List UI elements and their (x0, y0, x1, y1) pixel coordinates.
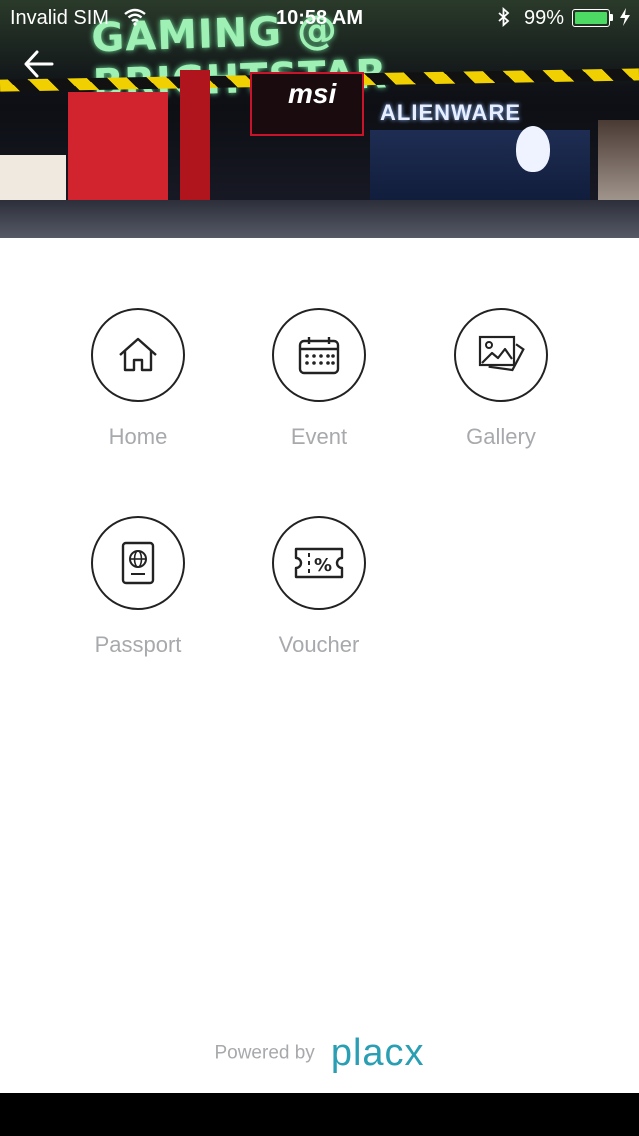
back-arrow-icon (24, 50, 54, 78)
menu-label-home: Home (108, 424, 168, 449)
gallery-icon (478, 335, 525, 372)
menu-item-gallery[interactable]: Gallery (431, 308, 571, 450)
menu-item-home[interactable]: Home (68, 308, 208, 450)
alienware-sign: ALIENWARE (380, 100, 521, 125)
home-icon-circle (91, 308, 185, 402)
msi-sign: msi (288, 78, 337, 109)
menu-item-event[interactable]: Event (249, 308, 389, 450)
calendar-icon (298, 337, 340, 375)
battery-icon (572, 9, 610, 27)
calendar-icon-circle (272, 308, 366, 402)
menu-label-gallery: Gallery (466, 424, 536, 449)
bottom-black-bar (0, 1093, 639, 1136)
back-button[interactable] (22, 46, 62, 82)
placx-logo[interactable]: placx (331, 1032, 425, 1074)
menu-item-voucher[interactable]: % Voucher (249, 516, 389, 658)
menu-label-passport: Passport (94, 632, 182, 657)
status-bar: Invalid SIM 10:58 AM 99% (0, 0, 639, 36)
powered-by-footer: Powered by placx (0, 1032, 639, 1075)
menu-label-event: Event (290, 424, 348, 449)
passport-icon (121, 541, 155, 585)
powered-by-label: Powered by (214, 1042, 315, 1064)
gallery-icon-circle (454, 308, 548, 402)
menu-label-voucher: Voucher (278, 632, 360, 657)
charging-icon (619, 7, 631, 33)
home-icon (119, 337, 157, 372)
voucher-icon-circle: % (272, 516, 366, 610)
menu-item-passport[interactable]: Passport (68, 516, 208, 658)
battery-percent: 99% (524, 7, 565, 29)
voucher-icon: % (294, 547, 344, 579)
passport-icon-circle (91, 516, 185, 610)
bluetooth-icon (497, 6, 511, 33)
svg-text:%: % (314, 555, 332, 576)
